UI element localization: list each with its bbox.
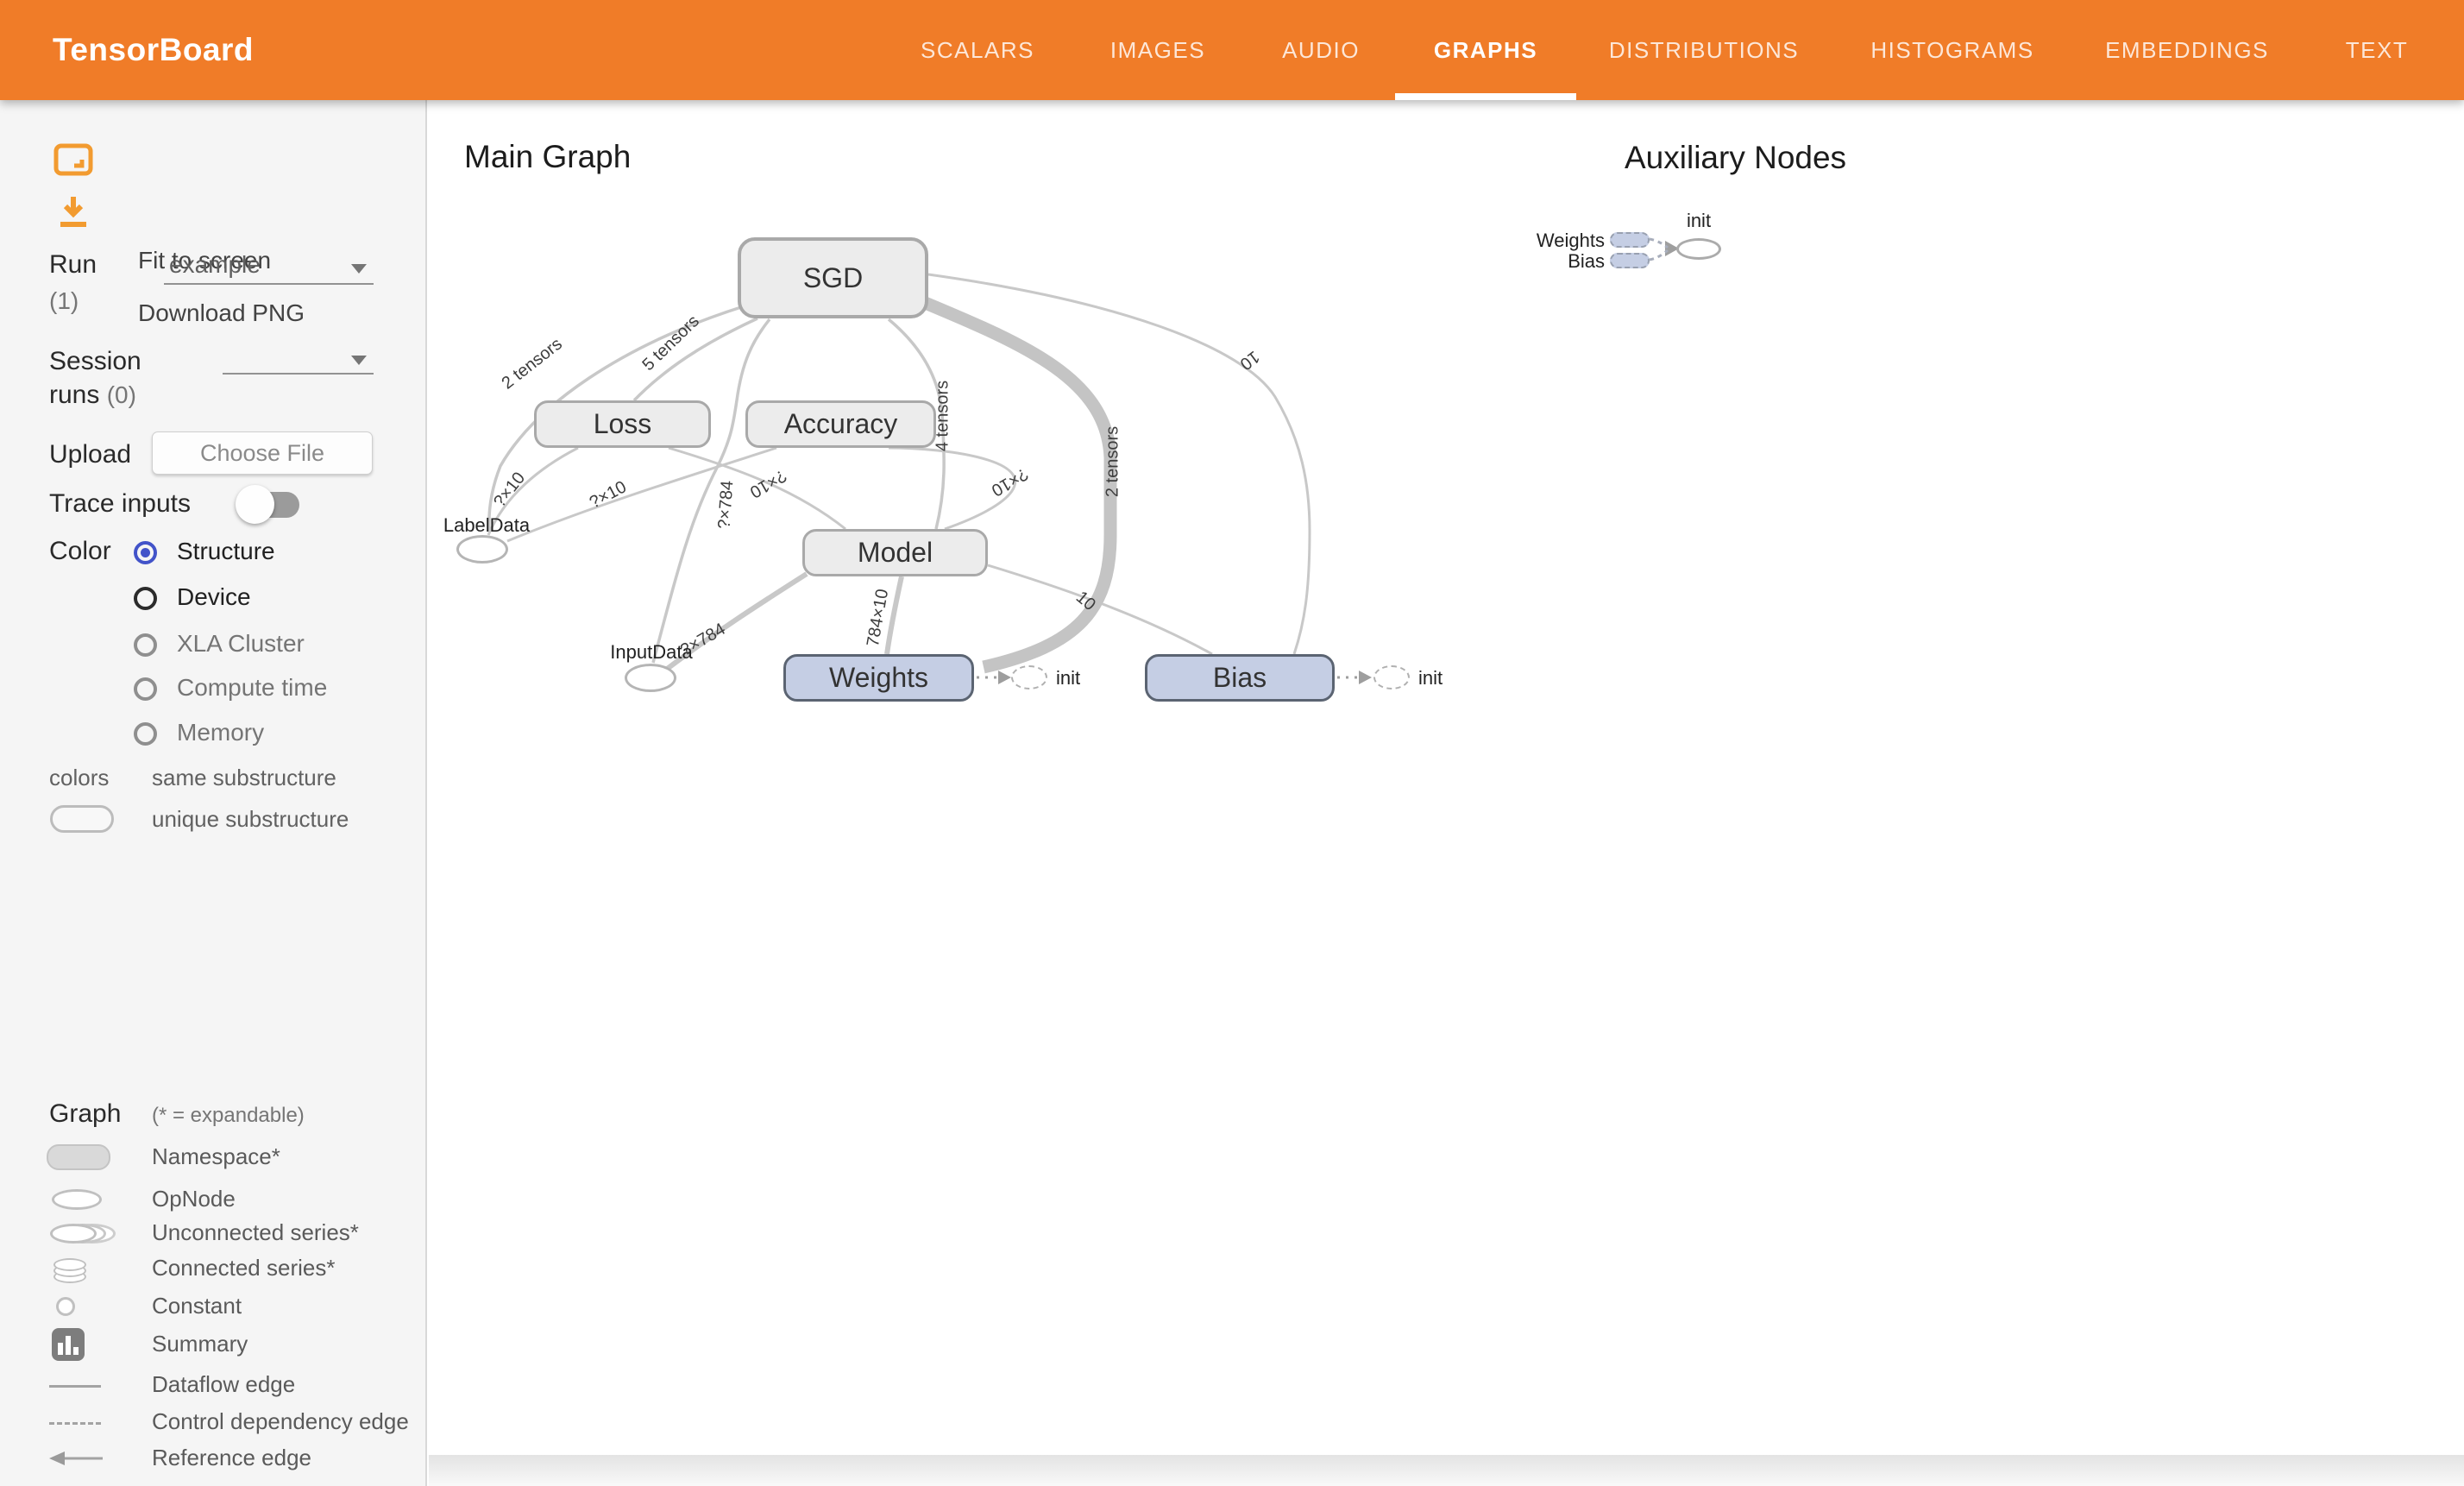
tab-text[interactable]: TEXT — [2346, 0, 2408, 100]
edge-label: 2 tensors — [1103, 426, 1123, 497]
legend-title: Graph — [49, 1099, 121, 1129]
same-substructure-label: same substructure — [152, 765, 336, 791]
tensorboard-app: TensorBoard SCALARS IMAGES AUDIO GRAPHS … — [0, 0, 2464, 1486]
upload-label: Upload — [49, 440, 131, 469]
session-runs-label-line1: Session — [49, 347, 141, 376]
radio-structure-label[interactable]: Structure — [177, 538, 275, 565]
constant-icon — [56, 1297, 75, 1316]
radio-compute-time-label[interactable]: Compute time — [177, 674, 327, 702]
tab-audio[interactable]: AUDIO — [1282, 0, 1360, 100]
tab-distributions[interactable]: DISTRIBUTIONS — [1609, 0, 1799, 100]
app-title: TensorBoard — [53, 0, 254, 100]
download-icon[interactable] — [55, 195, 91, 230]
dataflow-edge-icon — [49, 1385, 101, 1388]
radio-device-label[interactable]: Device — [177, 583, 251, 611]
auxiliary-nodes-title: Auxiliary Nodes — [1625, 140, 1846, 176]
unique-substructure-label: unique substructure — [152, 806, 349, 833]
session-runs-label-line2: runs (0) — [49, 381, 136, 410]
trace-inputs-label: Trace inputs — [49, 489, 191, 519]
main-graph-title: Main Graph — [464, 139, 631, 175]
graph-node-labeldata[interactable] — [456, 535, 508, 564]
active-tab-indicator — [1395, 93, 1576, 100]
weights-init-node[interactable] — [1011, 665, 1047, 689]
fit-to-screen-icon[interactable] — [53, 143, 93, 176]
weights-init-label: init — [1056, 667, 1080, 689]
unique-substructure-swatch — [50, 805, 114, 833]
radio-structure[interactable] — [134, 541, 157, 564]
horizontal-scrollbar[interactable] — [429, 1455, 2464, 1486]
color-group-label: Color — [49, 537, 111, 566]
graph-node-model[interactable]: Model — [802, 529, 988, 576]
radio-xla-cluster[interactable] — [134, 633, 157, 657]
bias-init-node[interactable] — [1373, 665, 1410, 689]
aux-weights-label: Weights — [1477, 230, 1605, 252]
run-count: (1) — [49, 287, 79, 315]
tab-histograms[interactable]: HISTOGRAMS — [1870, 0, 2033, 100]
session-select-caret-icon[interactable] — [351, 356, 367, 365]
aux-bias-label: Bias — [1477, 250, 1605, 273]
legend-item-unconnected-series: Unconnected series* — [152, 1219, 359, 1246]
summary-icon — [52, 1328, 85, 1361]
aux-init-label: init — [1672, 210, 1725, 232]
app-header: TensorBoard SCALARS IMAGES AUDIO GRAPHS … — [0, 0, 2464, 100]
radio-device[interactable] — [134, 587, 157, 610]
run-label: Run — [49, 250, 97, 280]
legend-item-summary: Summary — [152, 1331, 248, 1357]
graph-node-inputdata[interactable] — [625, 664, 676, 692]
run-select-value[interactable]: example — [169, 251, 261, 279]
download-png-button[interactable]: Download PNG — [138, 299, 305, 327]
session-runs-count: (0) — [107, 381, 136, 408]
toggle-knob — [236, 485, 274, 524]
radio-xla-cluster-label[interactable]: XLA Cluster — [177, 630, 305, 658]
opnode-icon — [52, 1189, 102, 1210]
legend-item-namespace: Namespace* — [152, 1143, 280, 1170]
graph-node-weights[interactable]: Weights — [783, 654, 974, 702]
edge-label: ?×784 — [715, 480, 739, 530]
run-select-caret-icon[interactable] — [351, 264, 367, 274]
tab-graphs[interactable]: GRAPHS — [1434, 0, 1537, 100]
graph-controls-sidebar: Fit to screen Download PNG Run (1) examp… — [0, 100, 427, 1486]
session-select-underline[interactable] — [223, 373, 374, 375]
run-select-underline — [164, 283, 374, 285]
graph-node-sgd[interactable]: SGD — [738, 237, 928, 318]
legend-item-constant: Constant — [152, 1293, 242, 1319]
graph-node-accuracy[interactable]: Accuracy — [745, 400, 936, 448]
tab-images[interactable]: IMAGES — [1110, 0, 1205, 100]
graph-node-inputdata-label: InputData — [610, 641, 692, 664]
colors-key-label: colors — [49, 765, 109, 791]
radio-compute-time[interactable] — [134, 677, 157, 701]
legend-item-dataflow-edge: Dataflow edge — [152, 1371, 295, 1398]
legend-item-connected-series: Connected series* — [152, 1255, 335, 1281]
legend-item-control-dependency-edge: Control dependency edge — [152, 1408, 409, 1435]
bias-init-label: init — [1418, 667, 1443, 689]
aux-init-node[interactable] — [1676, 238, 1721, 260]
radio-memory[interactable] — [134, 722, 157, 746]
legend-item-reference-edge: Reference edge — [152, 1445, 311, 1471]
namespace-icon — [47, 1144, 110, 1170]
aux-bias-node[interactable] — [1610, 253, 1650, 268]
control-dependency-edge-icon — [49, 1422, 101, 1425]
reference-edge-icon — [49, 1450, 104, 1467]
graph-node-bias[interactable]: Bias — [1145, 654, 1335, 702]
trace-inputs-toggle[interactable] — [246, 492, 299, 518]
tab-embeddings[interactable]: EMBEDDINGS — [2105, 0, 2269, 100]
tab-scalars[interactable]: SCALARS — [921, 0, 1034, 100]
radio-memory-label[interactable]: Memory — [177, 719, 264, 746]
legend-item-opnode: OpNode — [152, 1186, 236, 1212]
choose-file-button[interactable]: Choose File — [152, 431, 373, 475]
graph-node-labeldata-label: LabelData — [443, 514, 530, 537]
graph-node-loss[interactable]: Loss — [534, 400, 711, 448]
aux-weights-node[interactable] — [1610, 232, 1650, 248]
legend-expandable-note: (* = expandable) — [152, 1104, 305, 1128]
